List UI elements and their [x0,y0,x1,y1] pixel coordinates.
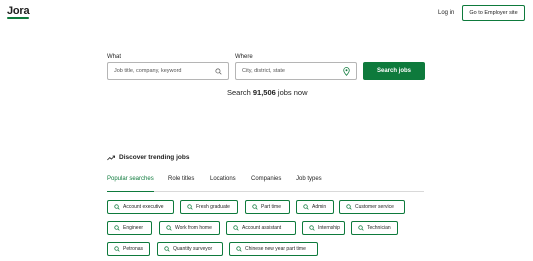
chip-work-from-home[interactable]: Work from home [159,221,220,235]
trending-heading-label: Discover trending jobs [119,154,190,161]
where-input[interactable] [242,68,332,74]
tab-locations[interactable]: Locations [210,176,236,192]
search-icon [215,68,222,75]
chip-label: Petronas [123,246,144,252]
chip-admin[interactable]: Admin [296,200,334,214]
chip-part-time[interactable]: Part time [245,200,290,214]
tab-companies[interactable]: Companies [251,176,281,192]
jora-logo[interactable]: Jora [7,5,30,17]
search-icon [114,246,120,252]
what-field[interactable] [107,62,229,80]
chip-label: Fresh graduate [196,204,230,210]
chip-chinese-new-year-part-time[interactable]: Chinese new year part time [229,242,318,256]
job-count-value: 91,506 [252,88,276,97]
search-icon [303,204,309,210]
chip-label: Work from home [175,225,212,231]
search-icon [346,204,352,210]
chip-label: Technician [367,225,391,231]
chip-account-executive[interactable]: Account executive [107,200,174,214]
what-input[interactable] [114,68,204,74]
chip-label: Admin [312,204,327,210]
where-label: Where [235,54,253,60]
tab-popular-searches[interactable]: Popular searches [107,176,154,192]
search-icon [114,204,120,210]
chip-label: Internship [318,225,340,231]
job-count-text: Search 91,506 jobs now [227,88,308,97]
trending-icon [107,155,115,160]
what-label: What [107,54,122,60]
chip-label: Chinese new year part time [245,246,306,252]
tab-job-types[interactable]: Job types [296,176,322,192]
employer-site-button[interactable]: Go to Employer site [462,5,525,21]
search-icon [236,246,242,252]
chip-label: Part time [261,204,282,210]
chip-label: Account assistant [242,225,282,231]
search-icon [358,225,364,231]
chip-quantity-surveyor[interactable]: Quantity surveyor [157,242,223,256]
chip-label: Engineer [123,225,144,231]
search-icon [166,225,172,231]
search-icon [164,246,170,252]
trending-heading: Discover trending jobs [107,154,189,161]
tab-role-titles[interactable]: Role titles [168,176,194,192]
search-icon [233,225,239,231]
chip-technician[interactable]: Technician [351,221,398,235]
top-bar: Jora Log in Go to Employer site [0,0,533,26]
search-jobs-button[interactable]: Search jobs [363,62,425,80]
chip-internship[interactable]: Internship [302,221,345,235]
chip-label: Customer service [355,204,394,210]
chip-label: Quantity surveyor [173,246,213,252]
location-pin-icon [343,67,350,76]
trending-tabs: Popular searches Role titles Locations C… [107,176,424,192]
chip-label: Account executive [123,204,164,210]
search-icon [309,225,315,231]
login-link[interactable]: Log in [438,10,454,16]
logo-underline [7,17,29,19]
chip-petronas[interactable]: Petronas [107,242,150,256]
chip-customer-service[interactable]: Customer service [339,200,405,214]
search-icon [252,204,258,210]
chip-engineer[interactable]: Engineer [107,221,152,235]
search-icon [114,225,120,231]
chip-account-assistant[interactable]: Account assistant [226,221,296,235]
search-icon [187,204,193,210]
where-field[interactable] [235,62,357,80]
chip-fresh-graduate[interactable]: Fresh graduate [180,200,238,214]
